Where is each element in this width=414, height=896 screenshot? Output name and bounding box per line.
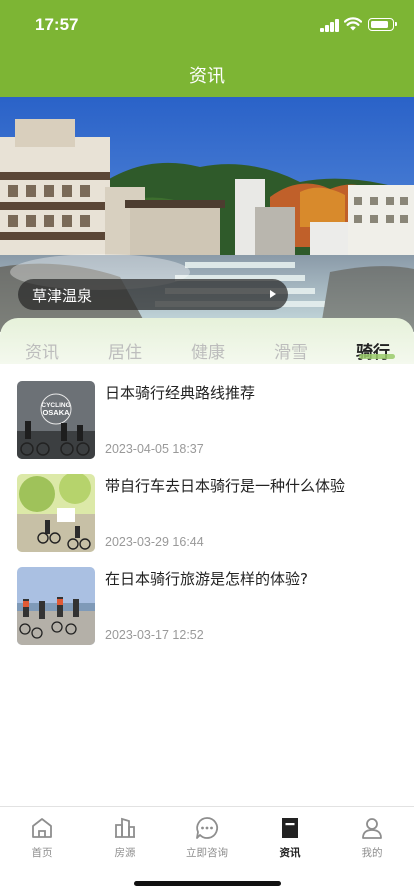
home-indicator: [134, 881, 281, 886]
signal-icon: [320, 18, 340, 32]
thumb-text-osaka: OSAKA: [42, 408, 70, 417]
wifi-icon: [344, 17, 362, 31]
tabbar-item-news[interactable]: 资讯: [255, 815, 325, 860]
tabbar-label: 立即咨询: [186, 847, 228, 859]
tabbar-label: 资讯: [279, 847, 301, 859]
article-thumbnail: [17, 474, 95, 552]
article-title: 在日本骑行旅游是怎样的体验?: [105, 570, 308, 588]
tabbar-item-consult[interactable]: 立即咨询: [172, 815, 242, 860]
play-icon: [270, 290, 276, 298]
status-bar: 17:57: [0, 0, 414, 50]
article-item[interactable]: 在日本骑行旅游是怎样的体验? 2023-03-17 12:52: [17, 567, 397, 645]
article-title: 日本骑行经典路线推荐: [105, 384, 256, 402]
tab-cycling[interactable]: 骑行: [356, 338, 390, 363]
home-icon: [32, 818, 52, 838]
news-icon: [282, 818, 298, 838]
battery-icon: [368, 18, 397, 31]
article-thumbnail: CYCLING OSAKA: [17, 381, 95, 459]
top-header: 17:57 资讯: [0, 0, 414, 97]
tabbar-label: 房源: [114, 847, 136, 859]
tabbar-item-listings[interactable]: 房源: [90, 815, 160, 860]
tabbar-item-home[interactable]: 首页: [7, 815, 77, 860]
tab-news[interactable]: 资讯: [25, 338, 59, 363]
tab-skiing[interactable]: 滑雪: [274, 338, 308, 363]
article-date: 2023-03-17 12:52: [105, 628, 204, 642]
tabbar-label: 我的: [361, 847, 383, 859]
user-icon: [362, 818, 382, 839]
article-date: 2023-04-05 18:37: [105, 442, 204, 456]
article-date: 2023-03-29 16:44: [105, 535, 204, 549]
tab-living[interactable]: 居住: [108, 338, 142, 363]
article-item[interactable]: 带自行车去日本骑行是一种什么体验 2023-03-29 16:44: [17, 474, 397, 552]
page-title: 资讯: [189, 66, 225, 87]
article-thumbnail: [17, 567, 95, 645]
building-icon: [115, 817, 135, 838]
tabbar-label: 首页: [31, 847, 53, 859]
article-item[interactable]: CYCLING OSAKA 日本骑行经典路线推荐 2023-04-05 18:3…: [17, 381, 397, 459]
article-title: 带自行车去日本骑行是一种什么体验: [105, 477, 346, 495]
status-time: 17:57: [35, 15, 79, 34]
banner-caption[interactable]: 草津温泉: [18, 279, 288, 310]
category-tabs: 资讯 居住 健康 滑雪 骑行: [0, 318, 414, 364]
banner-image[interactable]: 草津温泉: [0, 97, 414, 332]
banner-caption-text: 草津温泉: [32, 287, 93, 305]
tab-health[interactable]: 健康: [191, 338, 225, 363]
chat-icon: [196, 817, 219, 839]
tabbar-item-profile[interactable]: 我的: [337, 815, 407, 860]
active-tab-indicator: [359, 354, 395, 359]
